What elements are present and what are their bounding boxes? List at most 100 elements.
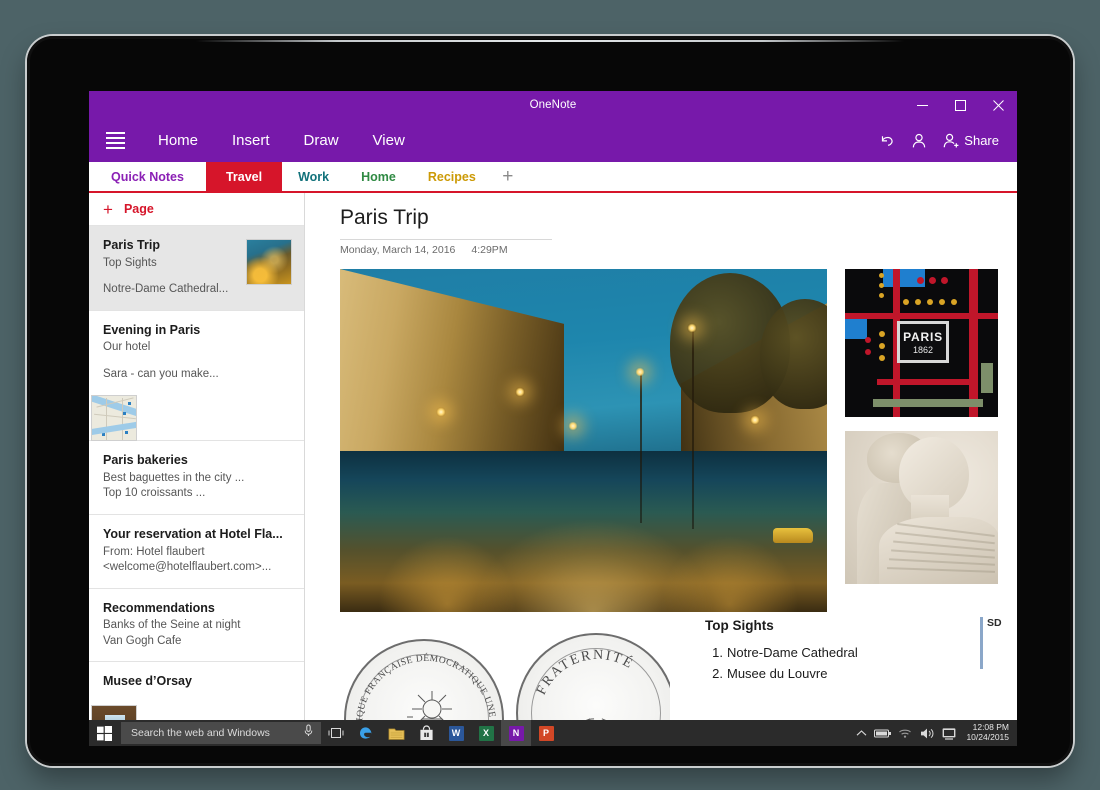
taskbar-app-file-explorer[interactable] bbox=[381, 720, 411, 746]
person-add-icon bbox=[942, 132, 960, 150]
taskbar-app-excel[interactable]: X bbox=[471, 720, 501, 746]
taskbar-app-powerpoint[interactable]: P bbox=[531, 720, 561, 746]
top-sights-list: 1. Notre-Dame Cathedral 2. Musee du Louv… bbox=[705, 642, 955, 684]
section-tab-travel[interactable]: Travel bbox=[206, 162, 282, 191]
notification-icon bbox=[942, 727, 956, 740]
marble-relief-sculpture-photo[interactable] bbox=[845, 431, 998, 584]
list-item[interactable]: Paris bakeries Best baguettes in the cit… bbox=[89, 441, 304, 515]
add-page-button[interactable]: + Page bbox=[89, 193, 304, 226]
collaborator-marker: SD bbox=[980, 617, 1002, 669]
section-tab-quick-notes[interactable]: Quick Notes bbox=[89, 162, 206, 191]
map-markers bbox=[92, 396, 136, 440]
glass-gold-bead bbox=[879, 331, 885, 337]
photo-taxi bbox=[773, 528, 813, 543]
list-item[interactable]: Your reservation at Hotel Fla... From: H… bbox=[89, 515, 304, 589]
page-title[interactable]: Paris Trip bbox=[340, 206, 429, 230]
page-item-title: Recommendations bbox=[103, 601, 243, 617]
glass-gold-bead bbox=[879, 283, 884, 288]
plaque-city-label: PARIS bbox=[903, 330, 943, 344]
navigation-menu-button[interactable] bbox=[89, 119, 141, 162]
onenote-icon: N bbox=[509, 726, 524, 741]
photo-street-lamp bbox=[515, 387, 525, 397]
bezel-highlight bbox=[196, 40, 903, 42]
list-item: 1. Notre-Dame Cathedral bbox=[727, 642, 955, 663]
photo-street-lamp bbox=[568, 421, 578, 431]
account-button[interactable] bbox=[904, 119, 934, 162]
glass-red-bar bbox=[877, 379, 972, 385]
action-center-button[interactable] bbox=[938, 720, 960, 746]
wifi-button[interactable] bbox=[894, 720, 916, 746]
glass-red-bead bbox=[865, 337, 871, 343]
window-titlebar: OneNote bbox=[89, 91, 1017, 119]
undo-icon bbox=[878, 132, 896, 150]
list-item[interactable]: Evening in Paris Our hotel Sara - can yo… bbox=[89, 311, 304, 442]
list-item[interactable]: Recommendations Banks of the Seine at ni… bbox=[89, 589, 304, 663]
top-sights-block[interactable]: Top Sights 1. Notre-Dame Cathedral 2. Mu… bbox=[705, 618, 955, 684]
page-item-preview: Van Gogh Cafe bbox=[103, 634, 263, 650]
minimize-button[interactable] bbox=[903, 91, 941, 119]
note-time: 4:29PM bbox=[471, 244, 507, 256]
speaker-icon bbox=[920, 727, 935, 740]
excel-glyph-letter: X bbox=[483, 728, 489, 738]
show-hidden-icons-button[interactable] bbox=[850, 720, 872, 746]
title-divider bbox=[340, 239, 552, 240]
start-button[interactable] bbox=[89, 720, 119, 746]
ribbon-tab-draw[interactable]: Draw bbox=[287, 119, 356, 162]
page-item-subtitle: Our hotel bbox=[103, 340, 263, 356]
undo-button[interactable] bbox=[872, 119, 902, 162]
note-canvas[interactable]: Paris Trip Monday, March 14, 2016 4:29PM bbox=[305, 193, 1017, 746]
glass-plaque: PARIS 1862 bbox=[897, 321, 949, 363]
glass-red-bead bbox=[929, 277, 936, 284]
page-item-preview: Notre-Dame Cathedral... bbox=[103, 282, 263, 298]
search-input[interactable]: Search the web and Windows bbox=[121, 722, 321, 744]
taskbar-app-onenote[interactable]: N bbox=[501, 720, 531, 746]
stained-glass-window-photo[interactable]: PARIS 1862 bbox=[845, 269, 998, 417]
microphone-icon[interactable] bbox=[302, 724, 315, 742]
plaque-year-label: 1862 bbox=[913, 345, 933, 355]
ribbon-tab-insert[interactable]: Insert bbox=[215, 119, 287, 162]
paris-street-at-dusk-photo[interactable] bbox=[340, 269, 827, 612]
glass-red-bead bbox=[865, 349, 871, 355]
paris-map-thumbnail bbox=[91, 395, 137, 441]
photo-street-lamp bbox=[436, 407, 446, 417]
page-item-preview: Top 10 croissants ... bbox=[103, 486, 263, 502]
word-glyph-letter: W bbox=[452, 728, 461, 738]
taskbar-app-word[interactable]: W bbox=[441, 720, 471, 746]
glass-gold-bead bbox=[879, 293, 884, 298]
top-sights-heading: Top Sights bbox=[705, 618, 955, 633]
volume-button[interactable] bbox=[916, 720, 938, 746]
taskbar-app-edge[interactable] bbox=[351, 720, 381, 746]
person-icon bbox=[910, 132, 928, 150]
glass-green-piece bbox=[981, 363, 993, 393]
close-button[interactable] bbox=[979, 91, 1017, 119]
ribbon-tab-home[interactable]: Home bbox=[141, 119, 215, 162]
maximize-button[interactable] bbox=[941, 91, 979, 119]
photo-street-lamp bbox=[750, 415, 760, 425]
share-label: Share bbox=[964, 133, 999, 148]
section-tab-recipes[interactable]: Recipes bbox=[412, 162, 492, 191]
taskbar-app-store[interactable] bbox=[411, 720, 441, 746]
ribbon-right-actions: Share bbox=[872, 119, 1009, 162]
clock[interactable]: 12:08 PM 10/24/2015 bbox=[960, 723, 1017, 743]
add-section-button[interactable]: + bbox=[492, 162, 524, 191]
clock-date: 10/24/2015 bbox=[966, 733, 1009, 743]
section-tab-work[interactable]: Work bbox=[282, 162, 345, 191]
ribbon-bar: Home Insert Draw View bbox=[89, 119, 1017, 162]
list-item: 2. Musee du Louvre bbox=[727, 663, 955, 684]
glass-red-bar bbox=[845, 313, 998, 319]
list-item[interactable]: Paris Trip Top Sights Notre-Dame Cathedr… bbox=[89, 226, 304, 311]
add-page-label: Page bbox=[124, 202, 154, 216]
note-timestamp: Monday, March 14, 2016 4:29PM bbox=[340, 244, 508, 256]
section-tab-home[interactable]: Home bbox=[345, 162, 412, 191]
tablet-device: OneNote bbox=[27, 36, 1073, 766]
ribbon-tab-view[interactable]: View bbox=[356, 119, 422, 162]
page-item-subtitle: Top Sights bbox=[103, 256, 263, 272]
task-view-button[interactable] bbox=[321, 720, 351, 746]
note-date: Monday, March 14, 2016 bbox=[340, 244, 455, 256]
windows-logo-icon bbox=[97, 726, 112, 741]
share-button[interactable]: Share bbox=[936, 119, 1009, 162]
excel-icon: X bbox=[479, 726, 494, 741]
battery-button[interactable] bbox=[872, 720, 894, 746]
glass-gold-bead bbox=[915, 299, 921, 305]
app-title: OneNote bbox=[530, 99, 577, 111]
